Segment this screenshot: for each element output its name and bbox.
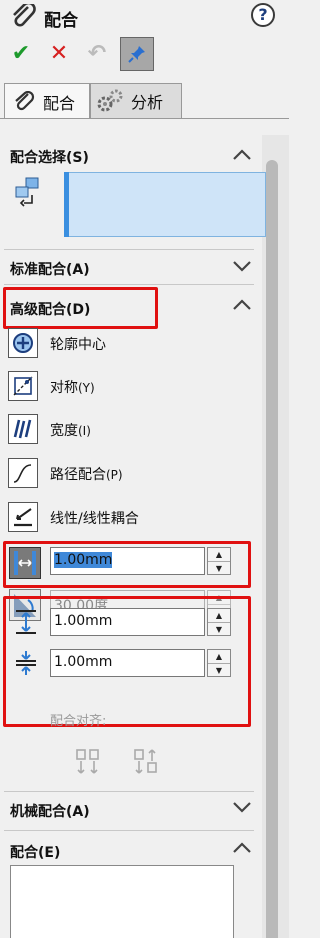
spin-up-icon[interactable]: ▲ bbox=[208, 650, 230, 664]
selection-active-marker bbox=[64, 172, 69, 237]
spin-down-icon[interactable]: ▼ bbox=[208, 562, 230, 575]
maximum-distance-icon bbox=[16, 610, 36, 634]
section-title-advanced-mates[interactable]: 高级配合(D) bbox=[10, 299, 90, 319]
undo-icon: ↶ bbox=[87, 40, 107, 66]
spin-down-icon[interactable]: ▼ bbox=[208, 664, 230, 677]
option-symmetric[interactable]: 对称(Y) bbox=[0, 370, 255, 402]
paperclip-icon bbox=[15, 90, 35, 110]
section-title-mate-selections: 配合选择(S) bbox=[10, 150, 89, 166]
mates-list[interactable] bbox=[10, 865, 234, 938]
property-manager-header: 配合 ? bbox=[0, 0, 289, 34]
tab-analysis[interactable]: 分析 bbox=[90, 83, 182, 119]
chevron-down-icon[interactable] bbox=[232, 260, 252, 272]
linear-coupler-icon bbox=[8, 502, 38, 532]
option-profile-center[interactable]: 轮廓中心 bbox=[0, 327, 255, 359]
chevron-up-icon[interactable] bbox=[232, 299, 252, 311]
maximum-distance-input[interactable]: 1.00mm bbox=[50, 608, 205, 636]
pin-icon bbox=[128, 46, 145, 63]
aligned-icon[interactable] bbox=[73, 747, 103, 777]
section-title-mates: 配合(E) bbox=[10, 845, 61, 861]
spin-up-icon[interactable]: ▲ bbox=[208, 548, 230, 562]
cancel-button[interactable]: ✕ bbox=[44, 38, 74, 68]
width-icon bbox=[8, 414, 38, 444]
chevron-up-icon[interactable] bbox=[232, 149, 252, 161]
option-label: 对称(Y) bbox=[50, 380, 95, 396]
chevron-down-icon[interactable] bbox=[232, 801, 252, 813]
chevron-up-icon[interactable] bbox=[232, 842, 252, 854]
maximum-distance-spinner[interactable]: ▲ ▼ bbox=[207, 608, 231, 636]
symmetric-icon bbox=[8, 371, 38, 401]
distance-spinner[interactable]: ▲ ▼ bbox=[207, 547, 231, 575]
gears-icon bbox=[97, 89, 123, 112]
divider bbox=[4, 249, 254, 250]
divider bbox=[4, 791, 254, 792]
page-title: 配合 bbox=[44, 11, 78, 31]
tab-mates-label: 配合 bbox=[43, 93, 76, 113]
profile-center-icon bbox=[8, 328, 38, 358]
distance-input[interactable]: 1.00mm bbox=[50, 547, 205, 575]
mate-entities-icon bbox=[15, 177, 39, 207]
ok-button[interactable]: ✔ bbox=[6, 38, 36, 68]
minimum-distance-spinner[interactable]: ▲ ▼ bbox=[207, 649, 231, 677]
minimum-distance-icon bbox=[16, 651, 36, 675]
pin-button[interactable] bbox=[120, 37, 154, 71]
minimum-distance-input[interactable]: 1.00mm bbox=[50, 649, 205, 677]
help-button[interactable]: ? bbox=[251, 3, 275, 27]
option-width[interactable]: 宽度(I) bbox=[0, 413, 255, 445]
distance-icon bbox=[9, 547, 41, 579]
option-path-mate[interactable]: 路径配合(P) bbox=[0, 457, 255, 489]
option-label: 线性/线性耦合 bbox=[50, 511, 139, 527]
mate-alignment-label: 配合对齐: bbox=[50, 714, 107, 729]
tab-mates[interactable]: 配合 bbox=[4, 83, 90, 119]
path-mate-icon bbox=[8, 458, 38, 488]
divider bbox=[4, 830, 254, 831]
option-linear-coupler[interactable]: 线性/线性耦合 bbox=[0, 501, 255, 533]
spin-down-icon[interactable]: ▼ bbox=[208, 623, 230, 636]
mate-paperclip-icon bbox=[13, 4, 36, 27]
spin-up-icon[interactable]: ▲ bbox=[208, 609, 230, 623]
option-label: 宽度(I) bbox=[50, 423, 91, 439]
section-title-mechanical-mates[interactable]: 机械配合(A) bbox=[10, 801, 90, 821]
option-label: 路径配合(P) bbox=[50, 467, 123, 483]
checkmark-icon: ✔ bbox=[11, 40, 31, 66]
mate-selection-list[interactable] bbox=[64, 172, 266, 237]
anti-aligned-icon[interactable] bbox=[131, 747, 161, 777]
option-label: 轮廓中心 bbox=[50, 337, 106, 353]
tab-underline bbox=[0, 118, 289, 119]
scrollbar-thumb[interactable] bbox=[266, 160, 278, 938]
divider bbox=[4, 284, 254, 285]
undo-button[interactable]: ↶ bbox=[82, 38, 112, 68]
tab-bar: 配合 分析 bbox=[4, 83, 289, 119]
tab-analysis-label: 分析 bbox=[131, 93, 164, 112]
section-title-standard-mates[interactable]: 标准配合(A) bbox=[10, 259, 90, 279]
close-icon: ✕ bbox=[49, 40, 69, 66]
